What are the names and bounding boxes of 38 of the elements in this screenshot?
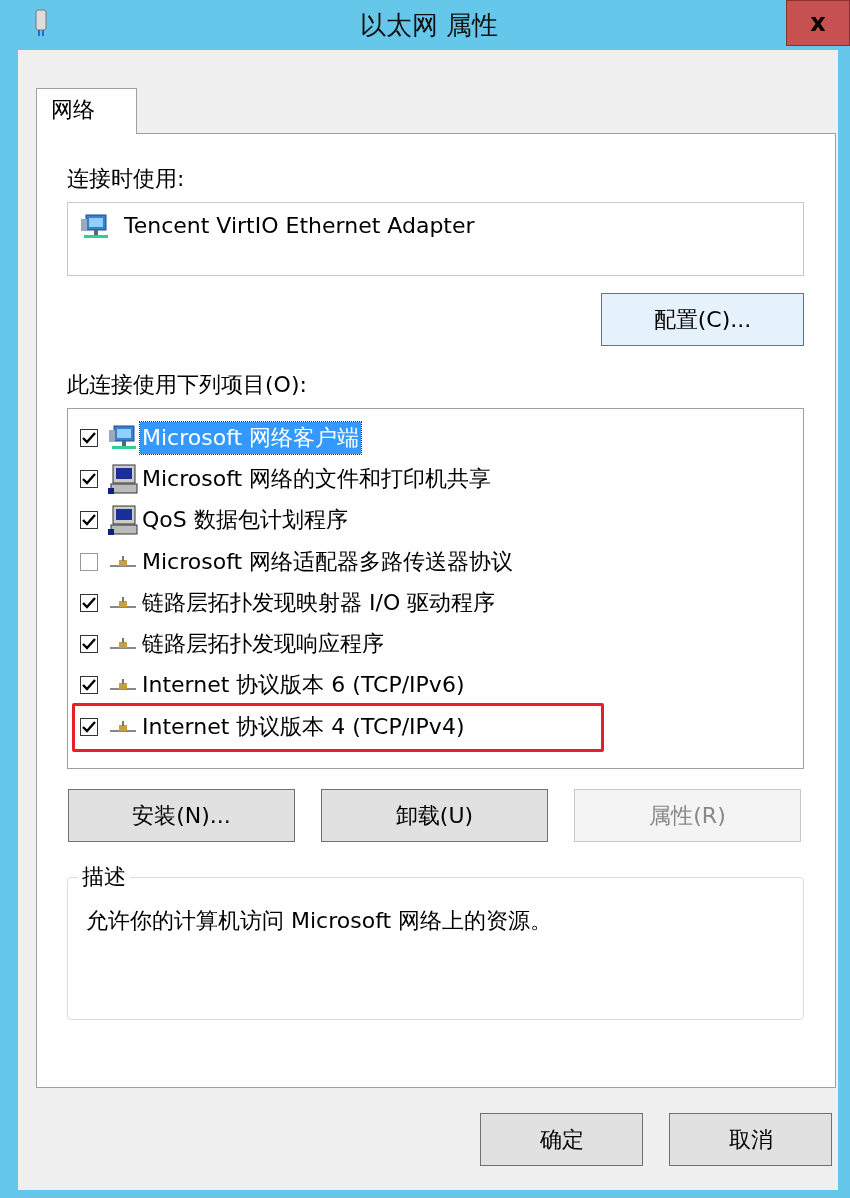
configure-button[interactable]: 配置(C)... [601,293,804,346]
protocol-icon [108,595,138,610]
dialog-button[interactable]: 确定 [480,1113,643,1166]
checkbox[interactable] [80,717,98,736]
checkbox[interactable] [80,635,98,654]
protocol-icon [108,719,138,734]
checkbox[interactable] [80,428,98,447]
computer-icon [108,463,138,494]
computer-icon [108,505,138,536]
dialog-button[interactable]: 取消 [669,1113,832,1166]
protocol-icon [108,637,138,652]
list-item[interactable]: Microsoft 网络适配器多路传送器协议 [140,545,516,578]
checkbox[interactable] [80,511,98,530]
window-title: 以太网 属性 [359,8,499,42]
group-title: 描述 [81,863,127,891]
checkbox[interactable] [80,676,98,695]
close-button[interactable]: x [786,0,850,46]
description-text: 允许你的计算机访问 Microsoft 网络上的资源。 [86,907,554,935]
list-item[interactable]: Internet 协议版本 4 (TCP/IPv4) [140,710,467,743]
section-label: 连接时使用: [67,165,186,193]
action-button[interactable]: 安装(N)... [68,789,295,842]
tab[interactable]: 网络 [36,88,137,134]
adapter-name: Tencent VirtIO Ethernet Adapter [124,213,475,238]
checkbox[interactable] [80,552,98,571]
network-computer-icon [108,423,138,452]
network-adapter-icon [34,8,48,37]
network-computer-icon [80,213,110,241]
section-label: 此连接使用下列项目(O): [67,371,308,399]
checkbox[interactable] [80,469,98,488]
list-item[interactable]: 链路层拓扑发现响应程序 [140,628,386,661]
protocol-icon [108,678,138,693]
list-item[interactable]: Internet 协议版本 6 (TCP/IPv6) [140,669,467,702]
list-item[interactable]: QoS 数据包计划程序 [140,504,350,537]
list-item[interactable]: Microsoft 网络的文件和打印机共享 [140,462,494,495]
action-button[interactable]: 卸载(U) [321,789,548,842]
protocol-icon [108,554,138,569]
checkbox[interactable] [80,593,98,612]
list-item[interactable]: 链路层拓扑发现映射器 I/O 驱动程序 [140,586,498,619]
